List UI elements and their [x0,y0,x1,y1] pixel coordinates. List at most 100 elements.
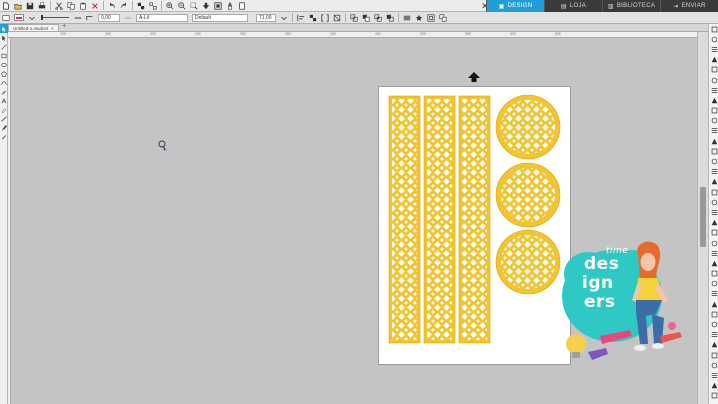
line-width-field[interactable]: 0,00 [98,13,120,22]
align-panel-icon[interactable] [709,136,718,146]
undo-icon[interactable] [108,1,117,10]
zoom-out-icon[interactable] [178,1,187,10]
flexi-icon[interactable] [709,391,718,401]
line-style-icon[interactable] [74,13,83,22]
modify-panel-icon[interactable] [709,299,718,309]
zoom-fit-icon[interactable] [214,1,223,10]
ellipse-tool-icon[interactable] [0,60,8,69]
stack-icon[interactable] [439,13,448,22]
line-tool-icon[interactable] [0,42,8,51]
text-tool-icon[interactable] [0,96,8,105]
eraser-tool-icon[interactable] [0,105,8,114]
settings-icon[interactable] [709,258,718,268]
fill-panel-icon[interactable] [709,95,718,105]
chevron-down-icon[interactable] [28,13,37,22]
pencil-tool-icon[interactable] [0,132,8,141]
scan-icon[interactable] [709,248,718,258]
rectangle-tool-icon[interactable] [0,51,8,60]
cutting-mat-page[interactable] [379,87,570,364]
trace-icon[interactable] [709,85,718,95]
save-icon[interactable] [26,1,35,10]
tab-send[interactable]: ⇥ ENVIAR [660,0,718,12]
font-select[interactable]: A-Lil [136,13,188,22]
replicate-panel-icon[interactable] [709,65,718,75]
color-panel-icon[interactable] [709,279,718,289]
arrow-right-icon[interactable] [709,330,718,340]
fit-page-icon[interactable] [202,1,211,10]
pixscan-icon[interactable] [709,197,718,207]
line-color-icon[interactable] [2,13,11,22]
star-icon[interactable] [415,13,424,22]
transform-icon[interactable] [333,13,342,22]
send-panel-icon[interactable] [709,207,718,217]
transform-panel-icon[interactable] [709,55,718,65]
nesting-icon[interactable] [709,177,718,187]
tab-library[interactable]: ▥ BIBLIOTECA [602,0,660,12]
pen-tool-icon[interactable] [0,87,8,96]
registration-icon[interactable] [709,34,718,44]
tab-store[interactable]: ▤ LOJA [544,0,602,12]
replicate-icon[interactable] [309,13,318,22]
help-icon[interactable] [709,269,718,279]
ungroup-icon[interactable] [149,1,158,10]
intersect-icon[interactable] [374,13,383,22]
knife-tool-icon[interactable] [0,114,8,123]
shapes-panel-icon[interactable] [709,218,718,228]
line-width-slider[interactable] [41,15,69,20]
brush-panel-icon[interactable] [709,370,718,380]
print-icon[interactable] [38,1,47,10]
media-panel-icon[interactable] [709,228,718,238]
swatch-icon[interactable] [709,360,718,370]
page-icon[interactable] [238,1,247,10]
zoom-field[interactable]: 71,00 [256,13,276,22]
corner-style-icon[interactable] [86,13,95,22]
fill-color-swatch[interactable] [14,14,24,21]
curve-tool-icon[interactable] [0,78,8,87]
delete-icon[interactable] [91,1,100,10]
pattern-panel-icon[interactable] [709,289,718,299]
rhinestone-icon[interactable] [709,381,718,391]
weld-panel-icon[interactable] [709,146,718,156]
zoom-in-icon[interactable] [166,1,175,10]
print-cut-icon[interactable] [709,238,718,248]
image-icon[interactable] [403,13,412,22]
open-folder-icon[interactable] [14,1,23,10]
paste-icon[interactable] [79,1,88,10]
offset-icon[interactable] [427,13,436,22]
brush-tool-icon[interactable] [0,123,8,132]
weld-icon[interactable] [350,13,359,22]
select-arrow-icon[interactable] [0,24,8,33]
stars-icon[interactable] [709,319,718,329]
cut-icon[interactable] [55,1,64,10]
layers-panel-icon[interactable] [709,126,718,136]
scrollbar-thumb[interactable] [700,187,706,247]
image-effects-icon[interactable] [709,309,718,319]
subtract-icon[interactable] [362,13,371,22]
lattice-design-group[interactable] [379,87,570,364]
bracket-icon[interactable] [321,13,330,22]
zoom-area-icon[interactable] [190,1,199,10]
vertical-scrollbar[interactable] [697,32,708,404]
new-file-icon[interactable] [2,1,11,10]
line-style-select[interactable]: Default [192,13,248,22]
pan-hand-icon[interactable] [226,1,235,10]
library-panel-icon[interactable] [709,156,718,166]
crop-icon[interactable] [386,13,395,22]
group-icon[interactable] [137,1,146,10]
text-panel-icon[interactable] [709,116,718,126]
tab-design[interactable]: ▣ DESIGN [486,0,544,12]
add-tab-icon[interactable]: + [61,23,68,31]
chevron-down-icon[interactable] [280,13,289,22]
close-icon[interactable]: × [51,26,54,31]
pattern-icon[interactable] [124,13,133,22]
more-icon[interactable] [709,350,718,360]
store-panel-icon[interactable] [709,167,718,177]
document-tab[interactable]: Untitled-1.studio3 × [8,24,59,31]
offset-panel-icon[interactable] [709,75,718,85]
redo-icon[interactable] [120,1,129,10]
point-edit-icon[interactable] [0,33,8,42]
grid-icon[interactable] [709,44,718,54]
line-panel-icon[interactable] [709,106,718,116]
bullet-icon[interactable] [709,340,718,350]
polygon-tool-icon[interactable] [0,69,8,78]
